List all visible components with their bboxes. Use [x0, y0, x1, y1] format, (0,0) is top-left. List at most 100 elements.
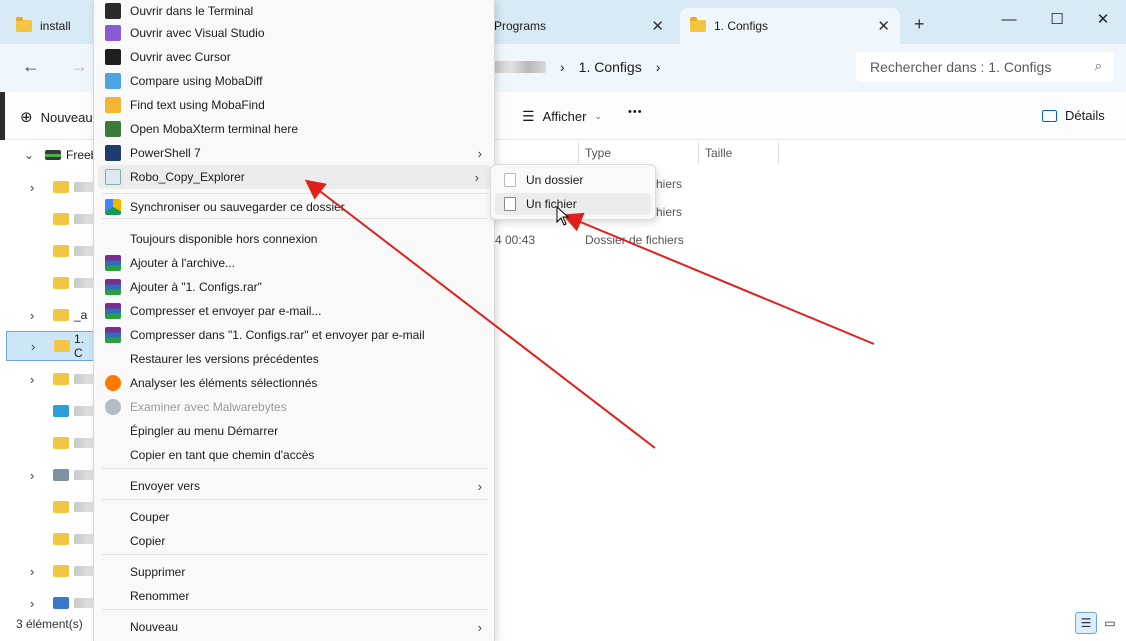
mouse-pointer-icon — [556, 206, 570, 226]
menu-item-label: Épingler au menu Démarrer — [130, 424, 279, 438]
menu-item[interactable]: Couper — [94, 505, 494, 529]
tree-item-label: _a — [74, 308, 88, 322]
tab-1-configs[interactable]: 1. Configs ✕ — [680, 8, 900, 44]
chevron-right-icon: › — [477, 619, 482, 635]
submenu-item-un-fichier[interactable]: Un fichier — [495, 193, 651, 215]
menu-item[interactable]: Compresser et envoyer par e-mail... — [94, 299, 494, 323]
tree-item-a[interactable]: › _a — [0, 300, 94, 330]
menu-item-label: Synchroniser ou sauvegarder ce dossier — [130, 200, 345, 214]
forward-button[interactable]: → — [70, 56, 88, 77]
menu-item-label: Copier — [130, 534, 166, 548]
menu-item-label: Robo_Copy_Explorer — [130, 170, 245, 184]
document-icon — [53, 469, 69, 481]
breadcrumb-blurred-segment — [494, 61, 546, 73]
menu-item-label: Compresser dans "1. Configs.rar" et envo… — [130, 328, 425, 342]
menu-item[interactable]: Nouveau › — [94, 615, 494, 639]
winrar-icon — [105, 303, 121, 319]
menu-item[interactable]: PowerShell 7 › — [94, 141, 494, 165]
tiles-view-button[interactable]: ▭ — [1099, 612, 1121, 634]
menu-item[interactable]: Copier en tant que chemin d'accès — [94, 443, 494, 467]
blurred-label — [74, 470, 94, 480]
back-button[interactable]: ← — [22, 56, 40, 77]
menu-separator — [102, 193, 488, 194]
tree-item[interactable] — [0, 204, 94, 234]
new-tab-button[interactable]: + — [914, 14, 925, 35]
file-type-cell: hiers — [656, 205, 683, 219]
maximize-button[interactable]: ☐ — [1034, 8, 1080, 30]
menu-item[interactable]: Find text using MobaFind — [94, 93, 494, 117]
close-tab-icon[interactable]: ✕ — [651, 17, 664, 35]
column-header-type[interactable]: Type — [585, 142, 611, 164]
tree-item[interactable] — [0, 428, 94, 458]
menu-item[interactable]: Compresser dans "1. Configs.rar" et envo… — [94, 323, 494, 347]
menu-item[interactable]: Compare using MobaDiff — [94, 69, 494, 93]
menu-item[interactable]: Ajouter à "1. Configs.rar" — [94, 275, 494, 299]
menu-item[interactable]: Open MobaXterm terminal here — [94, 117, 494, 141]
chevron-right-icon: › — [477, 478, 482, 494]
menu-item[interactable]: Ouvrir avec Cursor — [94, 45, 494, 69]
minimize-button[interactable]: — — [986, 8, 1032, 30]
menu-item-label: Examiner avec Malwarebytes — [130, 400, 287, 414]
search-input[interactable]: Rechercher dans : 1. Configs ⌕ — [856, 52, 1114, 82]
menu-item[interactable]: Robo_Copy_Explorer › — [98, 165, 491, 189]
file-copy-icon — [504, 197, 516, 211]
breadcrumb-current[interactable]: 1. Configs — [579, 59, 642, 75]
chevron-expanded-icon: ⌄ — [24, 148, 35, 162]
tree-item[interactable]: › — [0, 364, 94, 394]
menu-item-label: PowerShell 7 — [130, 146, 201, 160]
folder-icon — [53, 533, 69, 545]
menu-item[interactable]: Ajouter à l'archive... — [94, 251, 494, 275]
menu-item[interactable]: Toujours disponible hors connexion — [94, 227, 494, 251]
tree-item[interactable] — [0, 236, 94, 266]
menu-item[interactable]: Supprimer — [94, 560, 494, 584]
new-button[interactable]: ⊕ Nouveau — [20, 108, 93, 126]
menu-item[interactable]: Ouvrir dans le Terminal — [94, 0, 494, 23]
breadcrumb-separator: › — [560, 59, 565, 75]
folder-copy-icon — [504, 173, 516, 187]
tree-item-1-configs[interactable]: › 1. C — [6, 331, 96, 361]
search-placeholder: Rechercher dans : 1. Configs — [870, 59, 1052, 75]
tree-item[interactable] — [0, 268, 94, 298]
breadcrumb[interactable]: › 1. Configs › — [494, 52, 660, 82]
details-view-button[interactable]: ☰ — [1075, 612, 1097, 634]
blurred-label — [74, 214, 94, 224]
more-options-button[interactable]: ••• — [628, 106, 643, 118]
tree-item[interactable] — [0, 492, 94, 522]
menu-item-label: Ouvrir dans le Terminal — [130, 4, 254, 18]
close-window-button[interactable]: ✕ — [1080, 8, 1126, 30]
tab-programs[interactable]: Programs ✕ — [494, 8, 674, 44]
menu-item[interactable]: Épingler au menu Démarrer — [94, 419, 494, 443]
menu-item[interactable]: Copier — [94, 529, 494, 553]
tree-item[interactable] — [0, 396, 94, 426]
view-button[interactable]: ☰ Afficher ⌄ — [522, 108, 602, 125]
submenu-item-un-dossier[interactable]: Un dossier — [495, 169, 651, 191]
tree-item-root[interactable]: ⌄ Freeb — [0, 140, 97, 170]
menu-item[interactable]: Renommer — [94, 584, 494, 608]
menu-item[interactable]: Envoyer vers › — [94, 474, 494, 498]
menu-item[interactable]: Restaurer les versions précédentes — [94, 347, 494, 371]
tree-item[interactable]: › — [0, 460, 94, 490]
tree-item[interactable] — [0, 524, 94, 554]
menu-item[interactable]: Synchroniser ou sauvegarder ce dossier — [94, 195, 494, 219]
column-divider — [778, 142, 779, 164]
column-header-size[interactable]: Taille — [705, 142, 732, 164]
menu-item-label: Restaurer les versions précédentes — [130, 352, 319, 366]
tree-item[interactable]: › — [0, 556, 94, 586]
status-bar-count: 3 élément(s) — [16, 617, 83, 631]
mobaxterm-icon — [105, 121, 121, 137]
terminal-icon — [105, 3, 121, 19]
tree-item[interactable]: › — [0, 172, 94, 202]
details-button[interactable]: Détails — [1042, 108, 1105, 123]
malwarebytes-icon — [105, 399, 121, 415]
blurred-label — [74, 566, 94, 576]
close-tab-icon[interactable]: ✕ — [877, 17, 890, 35]
menu-item[interactable]: Ouvrir avec Visual Studio — [94, 21, 494, 45]
tab-install[interactable]: install — [6, 8, 96, 44]
menu-item-label: Ajouter à "1. Configs.rar" — [130, 280, 262, 294]
blurred-label — [74, 278, 94, 288]
file-type-cell: Dossier de fichiers — [585, 233, 684, 247]
folder-icon — [53, 277, 69, 289]
tab-label: Programs — [494, 19, 547, 33]
pictures-icon — [53, 597, 69, 609]
menu-item[interactable]: Analyser les éléments sélectionnés — [94, 371, 494, 395]
